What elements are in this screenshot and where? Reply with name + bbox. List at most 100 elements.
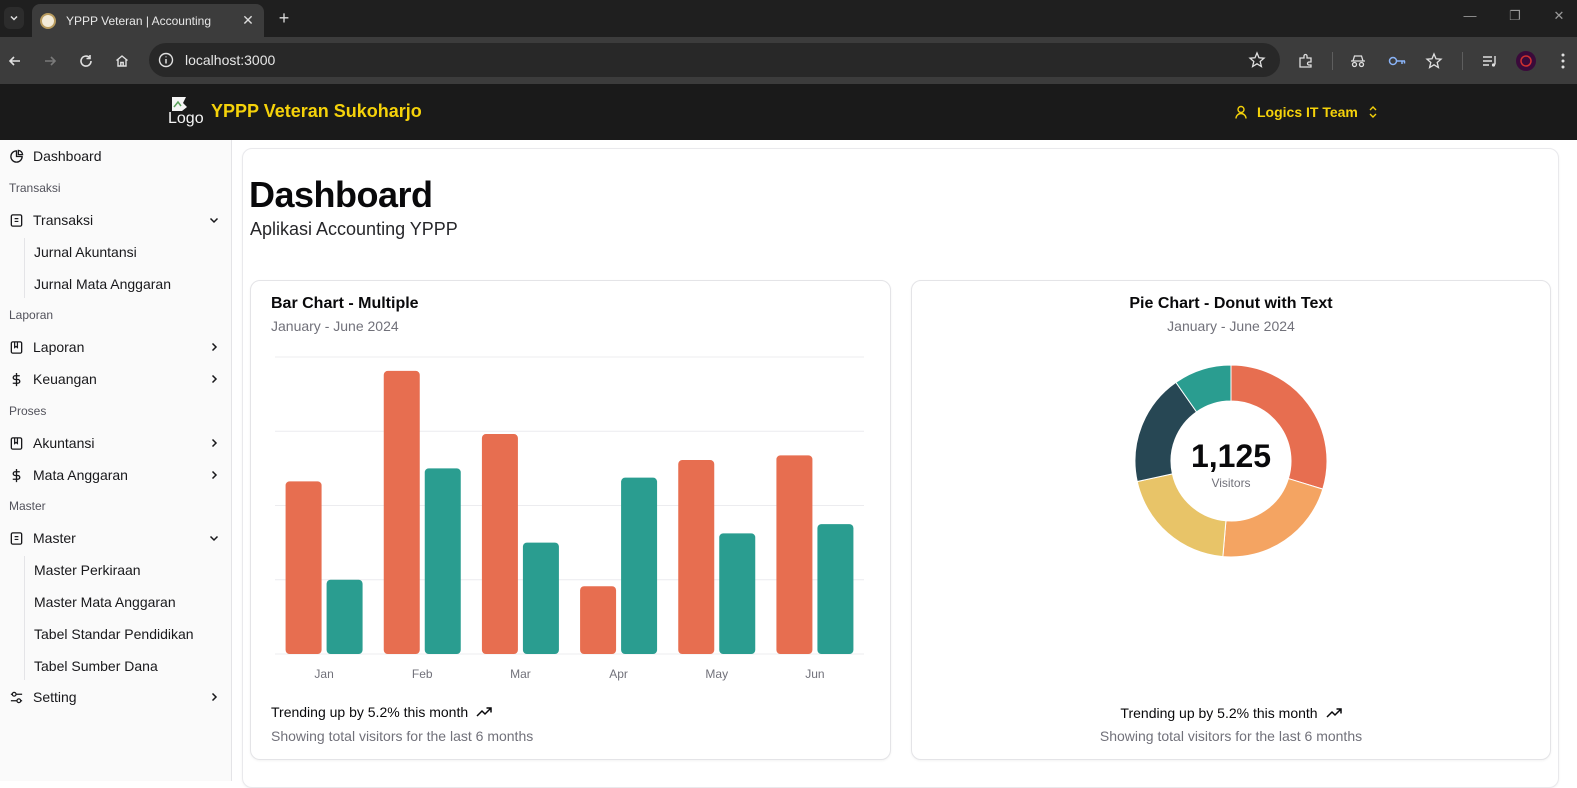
- chevron-right-icon: [206, 435, 222, 451]
- bar-feb-series-2[interactable]: [424, 468, 461, 654]
- chevrons-up-down-icon: [1369, 106, 1377, 118]
- sidebar-item-label: Setting: [33, 689, 77, 705]
- forward-button[interactable]: [38, 49, 62, 73]
- pie-chart-footnote: Showing total visitors for the last 6 mo…: [1099, 728, 1363, 744]
- sidebar-item-label: Master: [33, 530, 76, 546]
- sidebar-subitem-jurnal-mata-anggaran[interactable]: Jurnal Mata Anggaran: [34, 276, 194, 292]
- x-tick-label: Jun: [805, 667, 824, 681]
- bar-jun-series-2[interactable]: [817, 524, 854, 654]
- sidebar-group-label: Laporan: [9, 308, 54, 322]
- chevron-down-icon: [10, 15, 18, 21]
- arrow-left-icon: [8, 56, 20, 66]
- bar-feb-series-1[interactable]: [383, 370, 420, 654]
- sidebar-item-laporan[interactable]: Laporan: [8, 333, 222, 361]
- extensions-icon[interactable]: [1295, 50, 1317, 72]
- sidebar-subitem-master-perkiraan[interactable]: Master Perkiraan: [34, 562, 194, 578]
- profile-avatar-icon[interactable]: [1515, 50, 1537, 72]
- trend-text: Trending up by 5.2% this month: [271, 704, 469, 720]
- bookmark-book-icon: [8, 435, 24, 451]
- toolbar-divider: [1462, 52, 1463, 70]
- sidebar-item-akuntansi[interactable]: Akuntansi: [8, 429, 222, 457]
- app-title[interactable]: YPPP Veteran Sukoharjo: [211, 101, 422, 122]
- bar-apr-series-2[interactable]: [621, 477, 658, 654]
- sidebar-item-label: Keuangan: [33, 371, 97, 387]
- chevron-right-icon: [206, 371, 222, 387]
- password-key-icon[interactable]: [1386, 50, 1408, 72]
- sidebar-item-transaksi[interactable]: Transaksi: [8, 206, 222, 234]
- donut-slice-2[interactable]: [1222, 477, 1324, 558]
- sidebar-item-mata-anggaran[interactable]: Mata Anggaran: [8, 461, 222, 489]
- arrow-right-icon: [45, 56, 57, 66]
- toolbar-divider: [1332, 52, 1333, 70]
- sidebar-group-label: Master: [9, 499, 46, 513]
- notebook-icon: [8, 530, 24, 546]
- sidebar-group-label: Proses: [9, 404, 47, 418]
- chevron-right-icon: [206, 339, 222, 355]
- bar-may-series-1[interactable]: [678, 460, 715, 654]
- bar-mar-series-1[interactable]: [481, 434, 518, 654]
- x-tick-label: Apr: [609, 667, 628, 681]
- grid-lines: [275, 356, 864, 655]
- home-button[interactable]: [110, 49, 134, 73]
- pie-chart-icon: [8, 148, 24, 164]
- sidebar-item-master[interactable]: Master: [8, 524, 222, 552]
- tab-search-button[interactable]: [4, 7, 24, 29]
- reload-icon: [80, 55, 92, 67]
- bar-chart-footnote: Showing total visitors for the last 6 mo…: [271, 728, 534, 744]
- address-bar[interactable]: localhost:3000: [149, 43, 1280, 77]
- trending-up-icon: [476, 707, 492, 717]
- new-tab-button[interactable]: +: [274, 8, 294, 28]
- donut-center-label: Visitors: [1211, 476, 1251, 490]
- bookmark-star-icon[interactable]: [1248, 51, 1266, 69]
- back-button[interactable]: [3, 49, 27, 73]
- trend-text: Trending up by 5.2% this month: [1120, 705, 1318, 721]
- submenu-guide-line: [24, 238, 25, 298]
- bookmark-book-icon: [8, 339, 24, 355]
- dollar-sign-icon: [8, 371, 24, 387]
- more-menu-icon[interactable]: [1552, 50, 1574, 72]
- close-window-button[interactable]: ✕: [1549, 8, 1569, 28]
- sidebar-item-label: Dashboard: [33, 148, 102, 164]
- minimize-button[interactable]: —: [1460, 8, 1480, 28]
- incognito-icon[interactable]: [1347, 50, 1369, 72]
- bar-jun-series-1[interactable]: [776, 455, 813, 654]
- page-title: Dashboard: [249, 174, 433, 215]
- chevron-down-icon: [206, 212, 222, 228]
- sidebar-subitem-tabel-standar[interactable]: Tabel Standar Pendidikan: [34, 626, 194, 642]
- sidebar-item-keuangan[interactable]: Keuangan: [8, 365, 222, 393]
- notebook-icon: [8, 212, 24, 228]
- favorites-icon[interactable]: [1423, 50, 1445, 72]
- sidebar-subitem-master-mata-anggaran[interactable]: Master Mata Anggaran: [34, 594, 194, 610]
- bar-chart-trend: Trending up by 5.2% this month: [271, 704, 492, 720]
- sidebar-item-dashboard[interactable]: Dashboard: [8, 142, 222, 170]
- close-icon[interactable]: ✕: [240, 12, 256, 29]
- sidebar-item-label: Mata Anggaran: [33, 467, 128, 483]
- sidebar-subitem-tabel-sumber-dana[interactable]: Tabel Sumber Dana: [34, 658, 194, 674]
- pie-chart-description: January - June 2024: [1167, 318, 1295, 334]
- bar-jan-series-2[interactable]: [326, 579, 363, 654]
- dollar-sign-icon: [8, 467, 24, 483]
- info-icon[interactable]: [157, 51, 175, 69]
- media-control-icon[interactable]: [1479, 50, 1501, 72]
- browser-tab[interactable]: YPPP Veteran | Accounting ✕: [32, 4, 264, 37]
- page-subtitle: Aplikasi Accounting YPPP: [250, 219, 458, 239]
- user-menu-button[interactable]: Logics IT Team: [1233, 101, 1380, 123]
- pie-chart-title: Pie Chart - Donut with Text: [1129, 295, 1333, 312]
- x-tick-label: Jan: [314, 667, 333, 681]
- bar-mar-series-2[interactable]: [522, 542, 559, 654]
- x-tick-label: May: [705, 667, 728, 681]
- sidebar-group-label: Transaksi: [9, 181, 61, 195]
- sidebar-item-setting[interactable]: Setting: [8, 683, 222, 711]
- sidebar-item-label: Transaksi: [33, 212, 94, 228]
- reload-button[interactable]: [74, 49, 98, 73]
- bar-may-series-2[interactable]: [719, 533, 756, 654]
- restore-button[interactable]: ❐: [1505, 8, 1525, 28]
- home-icon: [116, 55, 128, 67]
- favicon-icon: [40, 12, 56, 29]
- sidebar-subitem-jurnal-akuntansi[interactable]: Jurnal Akuntansi: [34, 244, 194, 260]
- bar-jan-series-1[interactable]: [285, 481, 322, 654]
- bar-apr-series-1[interactable]: [580, 586, 617, 654]
- browser-tab-strip: YPPP Veteran | Accounting ✕ + — ❐ ✕: [0, 0, 1577, 37]
- browser-toolbar: localhost:3000: [0, 37, 1577, 84]
- user-name: Logics IT Team: [1257, 104, 1358, 120]
